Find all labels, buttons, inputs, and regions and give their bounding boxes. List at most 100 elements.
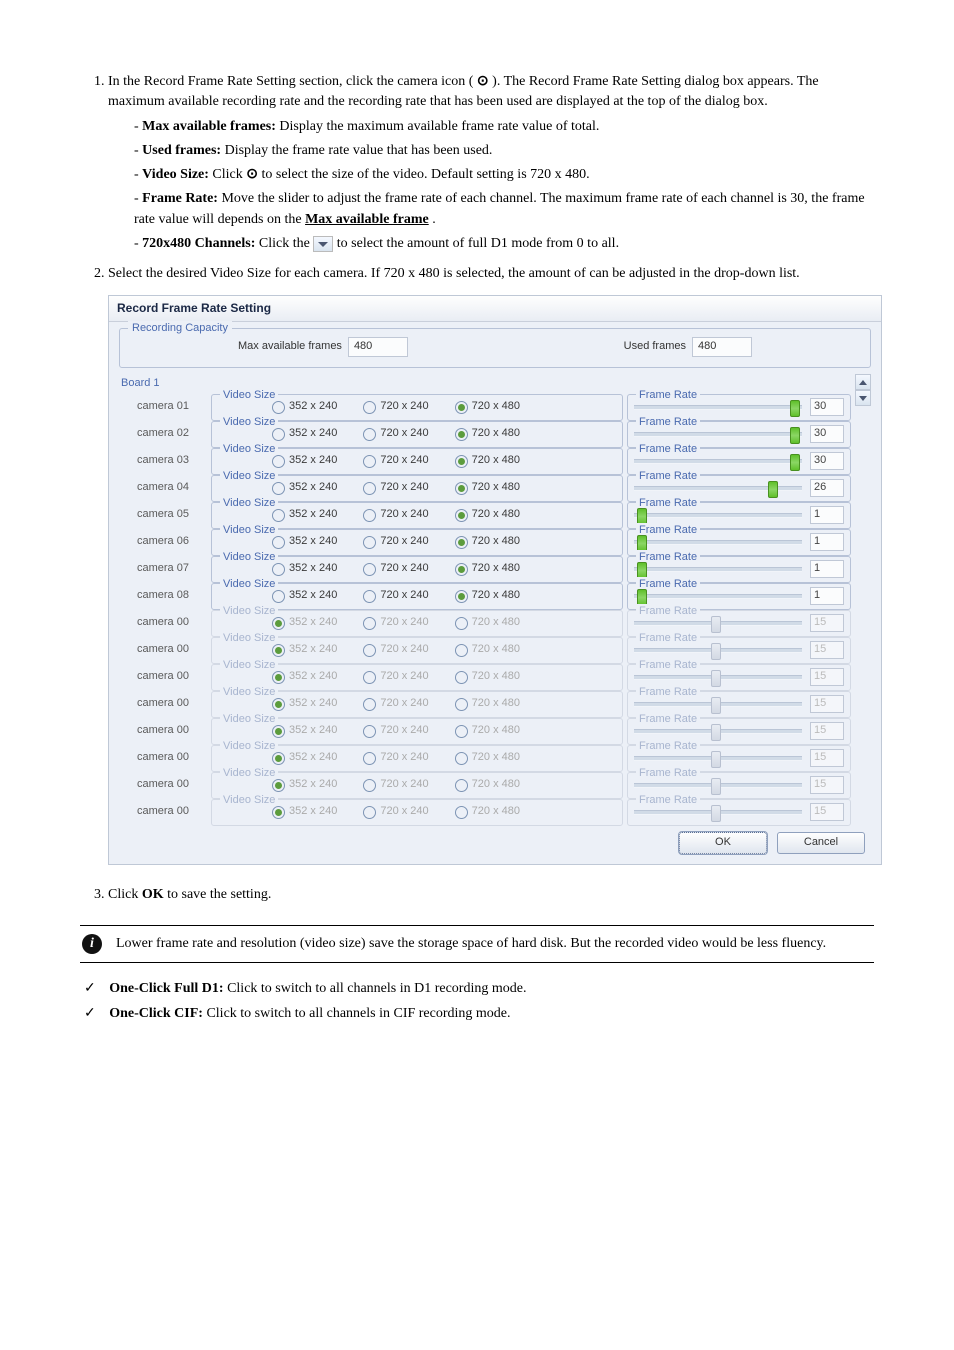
video-size-radio[interactable]: 720 x 480 <box>455 507 520 523</box>
video-size-radio[interactable]: 720 x 480 <box>455 453 520 469</box>
video-size-radio[interactable]: 352 x 240 <box>272 534 337 550</box>
video-size-radio[interactable]: 720 x 480 <box>455 561 520 577</box>
radio-label: 720 x 480 <box>472 615 520 631</box>
radio-icon <box>363 482 376 495</box>
camera-label: camera 00 <box>119 772 207 799</box>
capacity-legend: Recording Capacity <box>128 321 232 337</box>
video-size-radio[interactable]: 720 x 240 <box>363 453 428 469</box>
radio-label: 352 x 240 <box>289 561 337 577</box>
frame-rate-legend: Frame Rate <box>636 658 700 674</box>
frame-rate-slider[interactable] <box>634 513 802 518</box>
frame-rate-legend: Frame Rate <box>636 712 700 728</box>
video-size-radio: 720 x 240 <box>363 642 428 658</box>
dash-label: Used frames: <box>142 143 221 158</box>
radio-icon <box>272 563 285 576</box>
radio-label: 720 x 240 <box>380 696 428 712</box>
video-size-radio: 720 x 480 <box>455 642 520 658</box>
video-size-radio[interactable]: 720 x 480 <box>455 534 520 550</box>
step-3-b: to save the setting. <box>167 887 271 902</box>
radio-label: 352 x 240 <box>289 804 337 820</box>
video-size-radio[interactable]: 720 x 240 <box>363 588 428 604</box>
video-size-radio[interactable]: 720 x 240 <box>363 399 428 415</box>
slider-thumb <box>711 778 721 795</box>
video-size-radio: 352 x 240 <box>272 615 337 631</box>
radio-label: 720 x 240 <box>380 723 428 739</box>
video-size-radio[interactable]: 720 x 240 <box>363 480 428 496</box>
video-size-radio[interactable]: 720 x 240 <box>363 561 428 577</box>
scrollbar[interactable] <box>855 374 871 406</box>
max-frames-label: Max available frames <box>238 339 342 355</box>
scroll-up-button[interactable] <box>855 374 871 390</box>
radio-icon <box>455 806 468 819</box>
link-max-available[interactable]: Max available frame <box>305 212 429 227</box>
scroll-down-button[interactable] <box>855 390 871 406</box>
video-size-radio[interactable]: 720 x 480 <box>455 588 520 604</box>
step-3-a: Click <box>108 887 142 902</box>
frame-rate-slider <box>634 621 802 626</box>
radio-icon <box>272 698 285 711</box>
video-size-radio[interactable]: 352 x 240 <box>272 399 337 415</box>
video-size-radio: 720 x 480 <box>455 669 520 685</box>
chevron-down-icon <box>859 396 867 401</box>
slider-thumb[interactable] <box>768 481 778 498</box>
camera-label: camera 01 <box>119 394 207 421</box>
frame-rate-value: 26 <box>810 479 844 497</box>
radio-label: 720 x 240 <box>380 534 428 550</box>
radio-label: 720 x 240 <box>380 399 428 415</box>
bullet-label: One-Click Full D1: <box>109 981 223 996</box>
dash-item: Used frames: Display the frame rate valu… <box>134 141 874 161</box>
video-size-radio[interactable]: 352 x 240 <box>272 588 337 604</box>
radio-label: 352 x 240 <box>289 642 337 658</box>
radio-label: 720 x 240 <box>380 588 428 604</box>
radio-icon <box>272 482 285 495</box>
frame-rate-legend: Frame Rate <box>636 415 700 431</box>
slider-thumb[interactable] <box>790 400 800 417</box>
frame-rate-slider <box>634 675 802 680</box>
frame-rate-value: 15 <box>810 695 844 713</box>
radio-label: 352 x 240 <box>289 696 337 712</box>
dropdown-icon <box>313 236 333 252</box>
frame-rate-slider <box>634 702 802 707</box>
frame-rate-slider[interactable] <box>634 594 802 599</box>
slider-thumb[interactable] <box>790 427 800 444</box>
ok-button[interactable]: OK <box>679 832 767 854</box>
video-size-radio[interactable]: 720 x 480 <box>455 480 520 496</box>
frame-rate-slider[interactable] <box>634 486 802 491</box>
video-size-legend: Video Size <box>220 712 278 728</box>
video-size-radio: 720 x 240 <box>363 777 428 793</box>
video-size-radio[interactable]: 352 x 240 <box>272 480 337 496</box>
step-3: Click OK to save the setting. <box>108 885 874 905</box>
cancel-button[interactable]: Cancel <box>777 832 865 854</box>
camera-label: camera 03 <box>119 448 207 475</box>
video-size-radio[interactable]: 352 x 240 <box>272 453 337 469</box>
camera-label: camera 00 <box>119 664 207 691</box>
frame-rate-slider[interactable] <box>634 432 802 437</box>
video-size-radio[interactable]: 352 x 240 <box>272 561 337 577</box>
video-size-radio: 720 x 480 <box>455 777 520 793</box>
radio-icon <box>455 590 468 603</box>
video-size-radio[interactable]: 720 x 480 <box>455 426 520 442</box>
video-size-radio[interactable]: 720 x 240 <box>363 507 428 523</box>
chevron-up-icon <box>859 380 867 385</box>
radio-icon <box>363 563 376 576</box>
video-size-radio[interactable]: 352 x 240 <box>272 507 337 523</box>
slider-thumb <box>711 616 721 633</box>
video-size-radio: 720 x 480 <box>455 696 520 712</box>
info-note: i Lower frame rate and resolution (video… <box>80 925 874 963</box>
radio-icon <box>455 779 468 792</box>
radio-icon <box>272 590 285 603</box>
frame-rate-slider[interactable] <box>634 567 802 572</box>
video-size-radio[interactable]: 720 x 240 <box>363 426 428 442</box>
video-size-radio[interactable]: 720 x 480 <box>455 399 520 415</box>
radio-icon <box>272 671 285 684</box>
slider-thumb[interactable] <box>790 454 800 471</box>
list-item: One-Click CIF: Click to switch to all ch… <box>84 1004 874 1024</box>
radio-icon <box>363 617 376 630</box>
video-size-radio[interactable]: 720 x 240 <box>363 534 428 550</box>
video-size-radio[interactable]: 352 x 240 <box>272 426 337 442</box>
radio-icon <box>272 617 285 630</box>
frame-rate-slider[interactable] <box>634 459 802 464</box>
frame-rate-slider[interactable] <box>634 405 802 410</box>
video-size-radio: 720 x 480 <box>455 723 520 739</box>
frame-rate-slider[interactable] <box>634 540 802 545</box>
